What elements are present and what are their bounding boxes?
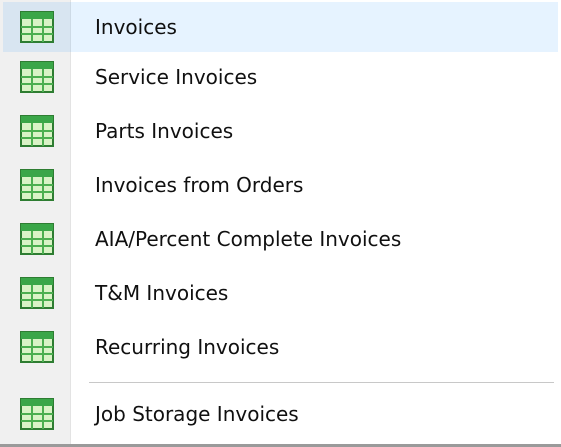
table-icon (20, 277, 54, 309)
menu-item-recurring-invoices[interactable]: Recurring Invoices (0, 320, 561, 374)
menu-item-job-storage-invoices[interactable]: Job Storage Invoices (0, 387, 561, 441)
table-icon (20, 398, 54, 430)
table-icon (20, 61, 54, 93)
menu-item-label: Service Invoices (95, 65, 258, 89)
menu-item-label: T&M Invoices (95, 281, 229, 305)
table-icon (20, 115, 54, 147)
menu-item-invoices[interactable]: Invoices (0, 0, 561, 54)
table-icon (20, 331, 54, 363)
menu-item-tm-invoices[interactable]: T&M Invoices (0, 266, 561, 320)
menu-item-invoices-from-orders[interactable]: Invoices from Orders (0, 158, 561, 212)
invoices-menu: Invoices Service Invoices Parts Invoices (0, 0, 561, 447)
menu-item-label: AIA/Percent Complete Invoices (95, 227, 402, 251)
table-icon (20, 223, 54, 255)
table-icon (20, 169, 54, 201)
menu-item-label: Recurring Invoices (95, 335, 280, 359)
menu-item-parts-invoices[interactable]: Parts Invoices (0, 104, 561, 158)
menu-item-label: Invoices from Orders (95, 173, 304, 197)
menu-item-label: Invoices (95, 15, 177, 39)
menu-item-label: Parts Invoices (95, 119, 234, 143)
table-icon (20, 11, 54, 43)
menu-separator-highlight (89, 383, 554, 384)
menu-item-service-invoices[interactable]: Service Invoices (0, 50, 561, 104)
menu-item-label: Job Storage Invoices (95, 402, 299, 426)
menu-item-aia-percent-complete-invoices[interactable]: AIA/Percent Complete Invoices (0, 212, 561, 266)
